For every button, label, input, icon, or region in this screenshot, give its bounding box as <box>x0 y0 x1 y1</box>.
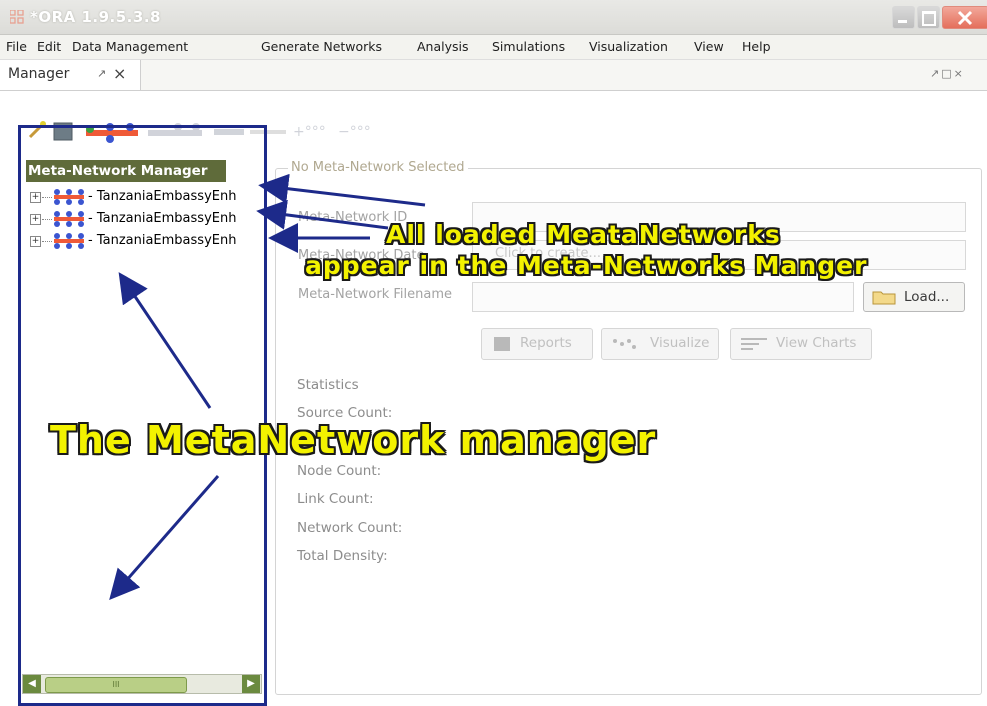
annotation-line-1: All loaded MeataNetworks <box>386 220 781 249</box>
close-button[interactable] <box>942 6 987 29</box>
network-count-label: Network Count: <box>297 520 403 536</box>
menu-file[interactable]: File <box>6 39 27 54</box>
report-icon <box>494 337 510 351</box>
svg-text:+°°°: +°°° <box>293 124 326 140</box>
annotation-line-2: appear in the Meta-Networks Manger <box>305 251 868 280</box>
menu-edit[interactable]: Edit <box>37 39 61 54</box>
tab-strip: Manager ↗ × ↗□× <box>0 60 987 91</box>
view-charts-button[interactable]: View Charts <box>730 328 872 360</box>
group-title: No Meta-Network Selected <box>288 160 468 175</box>
view-charts-button-label: View Charts <box>776 335 857 351</box>
panel-controls-icon[interactable]: ↗□× <box>930 67 965 80</box>
visualize-button-label: Visualize <box>650 335 710 351</box>
visualize-icon <box>613 339 636 349</box>
statistics-heading: Statistics <box>297 377 359 393</box>
chart-lines-icon <box>741 338 767 350</box>
menu-analysis[interactable]: Analysis <box>417 39 469 54</box>
add-link-icon[interactable]: +°°° <box>293 124 326 140</box>
remove-link-icon[interactable]: −°°° <box>338 124 371 140</box>
app-icon <box>10 10 24 24</box>
load-button[interactable]: Load... <box>863 282 965 312</box>
menu-view[interactable]: View <box>694 39 724 54</box>
highlight-frame <box>18 125 267 706</box>
minimize-button[interactable] <box>892 6 915 29</box>
svg-text:−°°°: −°°° <box>338 124 371 140</box>
tab-manager[interactable]: Manager ↗ × <box>0 60 141 90</box>
menu-simulations[interactable]: Simulations <box>492 39 565 54</box>
maximize-button[interactable] <box>917 6 940 29</box>
menu-generate-networks[interactable]: Generate Networks <box>261 39 382 54</box>
tab-close-icon[interactable]: × <box>113 64 126 83</box>
annotation-big-label: The MetaNetwork manager <box>50 418 657 462</box>
link-count-label: Link Count: <box>297 491 374 507</box>
menu-bar: File Edit Data Management Generate Netwo… <box>0 35 987 60</box>
folder-icon <box>872 291 896 305</box>
menu-visualization[interactable]: Visualization <box>589 39 668 54</box>
menu-data-management[interactable]: Data Management <box>72 39 188 54</box>
node-count-label: Node Count: <box>297 463 382 479</box>
meta-network-filename-field[interactable] <box>472 282 854 312</box>
pin-icon[interactable]: ↗ <box>97 67 106 80</box>
title-bar: *ORA 1.9.5.3.8 <box>0 0 987 35</box>
load-button-label: Load... <box>904 289 950 305</box>
visualize-button[interactable]: Visualize <box>601 328 719 360</box>
total-density-label: Total Density: <box>297 548 388 564</box>
meta-network-filename-label: Meta-Network Filename <box>298 287 453 302</box>
menu-help[interactable]: Help <box>742 39 771 54</box>
reports-button-label: Reports <box>520 335 572 351</box>
reports-button[interactable]: Reports <box>481 328 593 360</box>
window-title: *ORA 1.9.5.3.8 <box>30 8 161 26</box>
tab-manager-label: Manager <box>8 66 70 82</box>
close-icon <box>957 10 973 26</box>
